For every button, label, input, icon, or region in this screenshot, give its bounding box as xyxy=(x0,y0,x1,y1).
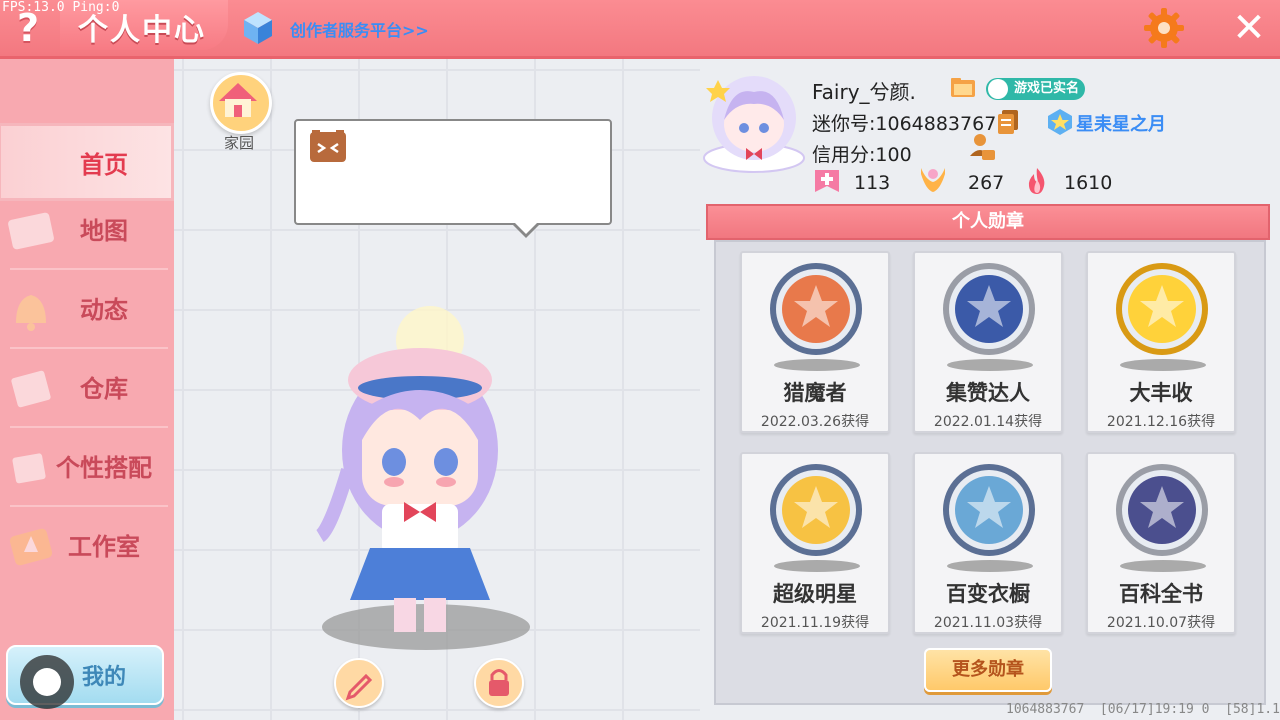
medal-card[interactable]: 大丰收 2021.12.16获得 xyxy=(1086,251,1236,433)
home-button[interactable] xyxy=(210,72,272,134)
plus-card-icon xyxy=(815,170,839,192)
person-icon xyxy=(988,79,1008,99)
cheer-icon xyxy=(921,168,945,192)
sidebar-item-outfit[interactable]: 个性搭配 xyxy=(0,429,174,507)
medal-name: 超级明星 xyxy=(773,582,857,606)
build-info: 1064883767 [06/17]19:19 0 [58]1.13.0 xyxy=(1006,702,1280,717)
medal-card[interactable]: 超级明星 2021.11.19获得 xyxy=(740,452,890,634)
medal-date: 2021.10.07获得 xyxy=(1106,615,1216,631)
medal-icon xyxy=(1116,464,1208,556)
player-nickname: Fairy_兮颜. xyxy=(812,80,916,104)
medal-pedestal xyxy=(1120,560,1206,572)
medal-pedestal xyxy=(947,359,1033,371)
medal-icon xyxy=(943,263,1035,355)
floating-joystick[interactable] xyxy=(20,655,74,709)
medal-pedestal xyxy=(774,560,860,572)
stat-heat-value: 1610 xyxy=(1064,172,1113,194)
player-character[interactable] xyxy=(300,300,540,640)
sidebar-item-label: 工作室 xyxy=(68,533,140,561)
sidebar-item-warehouse[interactable]: 仓库 xyxy=(0,350,174,428)
speech-bubble-tail xyxy=(512,222,540,238)
sidebar-item-feed[interactable]: 动态 xyxy=(0,271,174,349)
house-icon xyxy=(219,83,257,117)
medal-name: 百变衣橱 xyxy=(946,582,1030,606)
flame-icon xyxy=(1028,168,1045,194)
medal-name: 大丰收 xyxy=(1129,381,1193,405)
rank-label: 星耒星之月 xyxy=(1076,114,1166,135)
medal-name: 猎魔者 xyxy=(783,381,847,405)
medal-section-header: 个人勋章 xyxy=(706,204,1270,240)
fps-ping-readout: FPS:13.0 Ping:0 xyxy=(2,0,120,15)
medal-icon xyxy=(770,263,862,355)
close-button[interactable]: ✕ xyxy=(1228,8,1270,50)
medal-date: 2021.11.19获得 xyxy=(760,615,870,631)
medal-date: 2022.03.26获得 xyxy=(760,414,870,430)
cube-icon[interactable] xyxy=(242,10,274,46)
edit-button[interactable] xyxy=(334,658,384,708)
divider xyxy=(10,347,168,349)
medal-icon xyxy=(943,464,1035,556)
stat-likes-value: 113 xyxy=(854,172,891,194)
medal-card[interactable]: 百科全书 2021.10.07获得 xyxy=(1086,452,1236,634)
gear-icon[interactable] xyxy=(1142,6,1186,50)
medal-card[interactable]: 百变衣橱 2021.11.03获得 xyxy=(913,452,1063,634)
user-card-icon[interactable] xyxy=(968,132,996,162)
medal-icon xyxy=(770,464,862,556)
sidebar-item-map[interactable]: 地图 xyxy=(0,192,174,270)
sidebar-item-label: 地图 xyxy=(80,217,128,245)
lock-icon xyxy=(489,669,509,696)
copy-icon[interactable] xyxy=(996,108,1020,136)
sidebar-item-studio[interactable]: 工作室 xyxy=(0,508,174,586)
pencil-icon xyxy=(345,673,373,701)
medal-name: 集赞达人 xyxy=(946,381,1030,405)
medal-pedestal xyxy=(947,560,1033,572)
emoji-face-icon xyxy=(310,130,346,162)
medal-name: 百科全书 xyxy=(1119,582,1203,606)
lock-button[interactable] xyxy=(474,658,524,708)
sidebar-item-label: 仓库 xyxy=(80,375,128,403)
medal-card[interactable]: 猎魔者 2022.03.26获得 xyxy=(740,251,890,433)
divider xyxy=(10,505,168,507)
profile-avatar[interactable] xyxy=(702,66,806,174)
medal-pedestal xyxy=(1120,359,1206,371)
credit-score: 信用分:100 xyxy=(812,144,912,166)
sidebar-item-label: 个性搭配 xyxy=(56,454,152,482)
medal-date: 2021.11.03获得 xyxy=(933,615,1043,631)
divider xyxy=(10,426,168,428)
sidebar-item-home[interactable]: 首页 xyxy=(0,123,174,201)
home-label: 家园 xyxy=(223,134,254,152)
medal-date: 2022.01.14获得 xyxy=(933,414,1043,430)
star-rank-icon xyxy=(1048,109,1072,135)
divider xyxy=(10,268,168,270)
mine-button-label: 我的 xyxy=(82,665,127,690)
stat-fans-value: 267 xyxy=(968,172,1005,194)
medal-date: 2021.12.16获得 xyxy=(1106,414,1216,430)
more-medals-button[interactable]: 更多勋章 xyxy=(924,648,1052,692)
folder-icon[interactable] xyxy=(950,76,976,98)
sidebar-item-label: 动态 xyxy=(80,296,128,324)
medal-icon xyxy=(1116,263,1208,355)
medal-card[interactable]: 集赞达人 2022.01.14获得 xyxy=(913,251,1063,433)
creator-platform-link[interactable]: 创作者服务平台>> xyxy=(290,17,429,41)
medal-pedestal xyxy=(774,359,860,371)
